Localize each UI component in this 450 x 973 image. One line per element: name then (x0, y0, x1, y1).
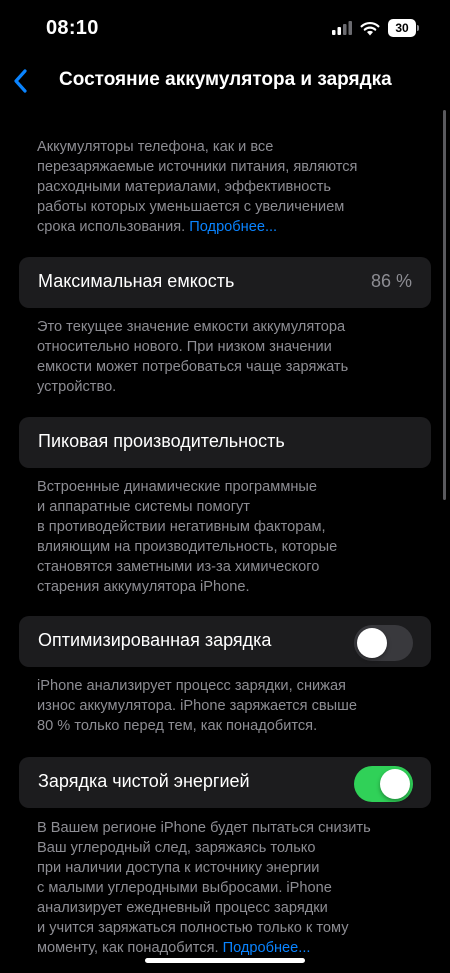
description-line: В Вашем регионе iPhone будет пытаться сн… (37, 820, 371, 836)
clean-energy-last-line: моменту, как понадобится. (37, 940, 219, 956)
max-capacity-value: 86 % (370, 271, 412, 291)
screen: 08:10 30 Состояние аккумулятора и зарядк… (0, 0, 450, 973)
description-line: износ аккумулятора. iPhone заряжается св… (37, 698, 357, 714)
description-line: 80 % только перед тем, как понадобится. (37, 718, 318, 734)
description-line: Ваш углеродный след, заряжаясь только (37, 840, 316, 856)
clean-energy-label: Зарядка чистой энергией (38, 771, 250, 791)
intro-line: работы которых уменьшается с увеличением (37, 199, 345, 215)
description-line: iPhone анализирует процесс зарядки, сниж… (37, 678, 346, 694)
scroll-indicator[interactable] (443, 110, 446, 500)
clean-energy-toggle[interactable] (354, 766, 413, 802)
peak-performance-row: Пиковая производительность (19, 417, 431, 468)
cellular-signal-icon (332, 21, 352, 35)
peak-performance-label: Пиковая производительность (38, 431, 285, 451)
intro-last-line: срока использования. (37, 219, 186, 235)
battery-icon: 30 (388, 19, 419, 37)
back-button[interactable] (8, 66, 36, 96)
battery-level: 30 (395, 21, 409, 35)
description-line: устройство. (37, 379, 117, 395)
optimized-charging-toggle[interactable] (354, 625, 413, 661)
toggle-knob (357, 628, 387, 658)
intro-line: расходными материалами, эффективность (37, 179, 332, 195)
max-capacity-row: Максимальная емкость 86 % (19, 257, 431, 308)
toggle-knob (380, 769, 410, 799)
description-line: Это текущее значение емкости аккумулятор… (37, 319, 346, 335)
max-capacity-description: Это текущее значение емкости аккумулятор… (37, 317, 417, 397)
optimized-charging-description: iPhone анализирует процесс зарядки, сниж… (37, 676, 417, 736)
wifi-icon (360, 21, 380, 35)
learn-more-link[interactable]: Подробнее... (189, 219, 277, 235)
description-line: в противодействии негативным факторам, (37, 519, 326, 535)
optimized-charging-label: Оптимизированная зарядка (38, 630, 272, 650)
description-line: моменту, как понадобится. Подробнее... (37, 938, 417, 958)
optimized-charging-row: Оптимизированная зарядка (19, 616, 431, 667)
nav-bar: Состояние аккумулятора и зарядка (0, 58, 450, 102)
max-capacity-label: Максимальная емкость (38, 271, 235, 291)
description-line: влияющим на производительность, которые (37, 539, 338, 555)
status-bar: 08:10 30 (0, 0, 450, 58)
home-indicator[interactable] (145, 958, 305, 963)
clean-energy-row: Зарядка чистой энергией (19, 757, 431, 808)
intro-line: перезаряжаемые источники питания, являют… (37, 159, 358, 175)
description-line: становятся заметными из-за химического (37, 559, 320, 575)
page-title: Состояние аккумулятора и зарядка (59, 69, 392, 90)
intro-line: Аккумуляторы телефона, как и все (37, 139, 274, 155)
intro-description: Аккумуляторы телефона, как и все перезар… (37, 137, 417, 237)
description-line: старения аккумулятора iPhone. (37, 579, 250, 595)
learn-more-link[interactable]: Подробнее... (223, 940, 311, 956)
description-line: при наличии доступа к источнику энергии (37, 860, 320, 876)
intro-line: срока использования. Подробнее... (37, 217, 417, 237)
status-icons: 30 (332, 19, 419, 37)
status-time: 08:10 (46, 17, 99, 39)
peak-performance-description: Встроенные динамические программные и ап… (37, 477, 417, 597)
description-line: емкости может потребоваться чаще заряжат… (37, 359, 349, 375)
description-line: Встроенные динамические программные (37, 479, 318, 495)
description-line: анализирует ежедневный процесс зарядки (37, 900, 328, 916)
description-line: относительно нового. При низком значении (37, 339, 332, 355)
clean-energy-description: В Вашем регионе iPhone будет пытаться сн… (37, 818, 417, 958)
chevron-left-icon (14, 69, 27, 93)
description-line: и аппаратные системы помогут (37, 499, 250, 515)
description-line: с малыми углеродными выбросами. iPhone (37, 880, 332, 896)
description-line: и учится заряжаться полностью только к т… (37, 920, 349, 936)
